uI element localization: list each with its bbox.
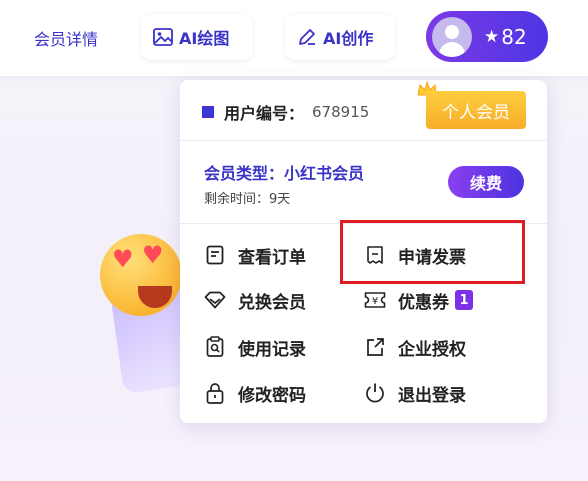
menu-item-label: 企业授权 — [398, 339, 466, 360]
points-count: 82 — [501, 24, 527, 49]
heart-eye-left-icon: ♥ — [112, 245, 134, 273]
menu-item-change-password[interactable]: 修改密码 — [204, 378, 306, 408]
member-type-label: 会员类型：小红书会员 — [204, 164, 365, 183]
power-icon — [364, 382, 386, 404]
menu-item-label: 兑换会员 — [238, 292, 306, 313]
ai-draw-label: AI绘图 — [179, 29, 230, 48]
menu-item-enterprise-authorization[interactable]: 企业授权 — [364, 332, 466, 362]
user-id-row: 用户编号： 678915 — [202, 100, 369, 124]
ai-create-label: AI创作 — [323, 29, 374, 48]
menu-item-label: 使用记录 — [238, 339, 306, 360]
search-record-icon — [204, 336, 226, 358]
lock-icon — [204, 382, 226, 404]
menu-item-redeem-membership[interactable]: 兑换会员 — [204, 285, 306, 315]
menu-item-label: 退出登录 — [398, 385, 466, 406]
menu-item-label: 优惠券 — [398, 292, 449, 313]
user-id-value: 678915 — [312, 103, 370, 121]
star-icon: ★ — [484, 26, 500, 47]
heart-eyes-face: ♥ ♥ — [100, 234, 182, 316]
avatar — [432, 16, 472, 57]
menu-item-label: 查看订单 — [238, 247, 306, 268]
menu-item-orders[interactable]: 查看订单 — [204, 240, 306, 270]
ai-create-button[interactable]: AI创作 — [285, 14, 395, 60]
member-details-link[interactable]: 会员详情 — [34, 26, 98, 50]
invoice-highlight-box — [340, 220, 525, 284]
svg-text:¥: ¥ — [372, 296, 378, 307]
heart-eye-right-icon: ♥ — [142, 241, 164, 269]
user-id-label: 用户编号： — [224, 104, 305, 123]
diamond-icon — [204, 289, 226, 311]
ai-draw-button[interactable]: AI绘图 — [141, 14, 253, 60]
user-account-button[interactable]: ★ 82 — [426, 11, 548, 62]
renew-button[interactable]: 续费 — [448, 166, 524, 198]
share-icon — [364, 336, 386, 358]
smile-mouth — [138, 286, 172, 308]
menu-item-usage-records[interactable]: 使用记录 — [204, 332, 306, 362]
document-icon — [204, 244, 226, 266]
coupon-count-badge: 1 — [455, 290, 473, 310]
divider — [180, 140, 547, 141]
pencil-icon — [299, 29, 315, 45]
remaining-time-text: 剩余时间：9天 — [204, 192, 291, 207]
square-bullet-icon — [202, 106, 214, 118]
menu-item-coupons[interactable]: ¥ 优惠券 1 — [364, 285, 473, 315]
top-navigation-bar: 会员详情 AI绘图 AI创作 ★ 82 — [0, 0, 588, 76]
menu-item-logout[interactable]: 退出登录 — [364, 378, 466, 408]
coupon-icon: ¥ — [364, 289, 386, 311]
menu-item-label: 修改密码 — [238, 385, 306, 406]
personal-member-badge: 个人会员 — [426, 91, 526, 129]
image-icon — [153, 28, 173, 46]
